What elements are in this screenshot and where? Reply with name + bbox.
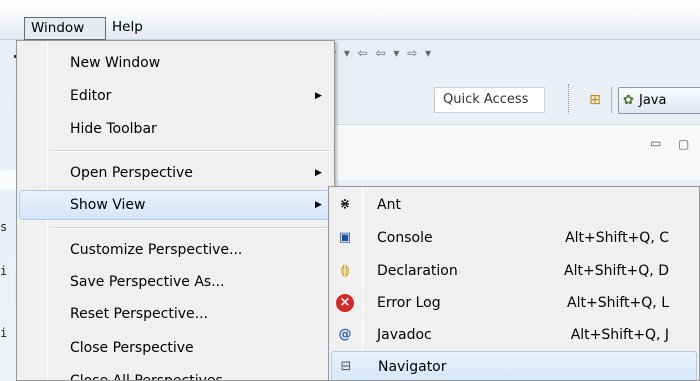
javadoc-icon: @ — [338, 327, 352, 342]
declaration-icon: ⟬⟭ — [340, 263, 350, 278]
ant-icon: ⋇ — [339, 197, 351, 212]
menu-item-label: Open Perspective — [70, 165, 193, 181]
menu-separator — [50, 227, 331, 229]
toolbar-separator — [611, 87, 612, 113]
menu-separator — [50, 150, 331, 152]
view-item-label: Ant — [377, 197, 401, 213]
java-perspective-icon: ✿ — [623, 93, 634, 108]
menu-item-new-window[interactable]: New Window — [19, 48, 332, 78]
menu-item-label: Show View — [70, 197, 146, 213]
java-perspective-button[interactable]: ✿ Java — [618, 87, 700, 114]
submenu-arrow-icon: ▶ — [315, 91, 322, 101]
menu-item-close-all-perspectives[interactable]: Close All Perspectives — [19, 366, 332, 380]
view-item-shortcut: Alt+Shift+Q, D — [564, 263, 669, 279]
error-log-icon: × — [336, 294, 354, 312]
view-item-label: Navigator — [378, 359, 447, 375]
menu-item-editor[interactable]: Editor ▶ — [19, 81, 332, 111]
view-item-shortcut: Alt+Shift+Q, C — [565, 230, 669, 246]
editor-stub — [0, 170, 16, 190]
view-header — [330, 124, 700, 180]
submenu-arrow-icon: ▶ — [315, 168, 322, 178]
menu-item-open-perspective[interactable]: Open Perspective ▶ — [19, 158, 332, 188]
minimize-icon[interactable]: ▭ — [650, 137, 662, 150]
view-item-label: Javadoc — [377, 327, 432, 343]
editor-text: i — [0, 326, 8, 340]
view-item-label: Declaration — [377, 263, 458, 279]
view-item-console[interactable]: ▣ Console Alt+Shift+Q, C — [331, 222, 697, 254]
show-view-submenu: ⋇ Ant ▣ Console Alt+Shift+Q, C ⟬⟭ Declar… — [328, 186, 700, 381]
menu-item-hide-toolbar[interactable]: Hide Toolbar — [19, 114, 332, 144]
navigator-icon: ⊟ — [340, 359, 352, 374]
menu-help[interactable]: Help — [112, 17, 143, 40]
view-item-navigator[interactable]: ⊟ Navigator — [331, 351, 697, 380]
window-menu: New Window Editor ▶ Hide Toolbar Open Pe… — [16, 40, 335, 381]
view-item-declaration[interactable]: ⟬⟭ Declaration Alt+Shift+Q, D — [331, 255, 697, 287]
view-item-shortcut: Alt+Shift+Q, J — [570, 327, 669, 343]
menu-item-show-view[interactable]: Show View ▶ — [19, 190, 332, 220]
editor-text: s — [0, 220, 8, 234]
console-icon: ▣ — [338, 230, 352, 245]
open-perspective-icon[interactable]: ⊞ — [584, 89, 606, 111]
submenu-arrow-icon: ▶ — [315, 200, 322, 210]
java-perspective-label: Java — [639, 93, 667, 108]
view-item-javadoc[interactable]: @ Javadoc Alt+Shift+Q, J — [331, 319, 697, 351]
menu-item-close-perspective[interactable]: Close Perspective — [19, 333, 332, 363]
view-item-ant[interactable]: ⋇ Ant — [331, 189, 697, 221]
view-item-error-log[interactable]: × Error Log Alt+Shift+Q, L — [331, 287, 697, 319]
menu-item-label: Editor — [70, 88, 112, 104]
toolbar-separator — [568, 84, 569, 114]
menu-window[interactable]: Window — [24, 17, 106, 40]
view-item-label: Error Log — [377, 295, 441, 311]
view-item-shortcut: Alt+Shift+Q, L — [567, 295, 669, 311]
menu-item-save-perspective-as[interactable]: Save Perspective As... — [19, 267, 332, 297]
menu-item-customize-perspective[interactable]: Customize Perspective... — [19, 235, 332, 265]
toolbar-nav-icons[interactable]: ▾ ▾ ⇦ ⇦ ▾ ⇨ ▾ — [330, 46, 433, 66]
menu-item-reset-perspective[interactable]: Reset Perspective... — [19, 299, 332, 329]
editor-text: i — [0, 264, 8, 278]
view-item-label: Console — [377, 230, 433, 246]
maximize-icon[interactable]: ▢ — [678, 138, 692, 152]
quick-access-input[interactable]: Quick Access — [434, 87, 545, 113]
